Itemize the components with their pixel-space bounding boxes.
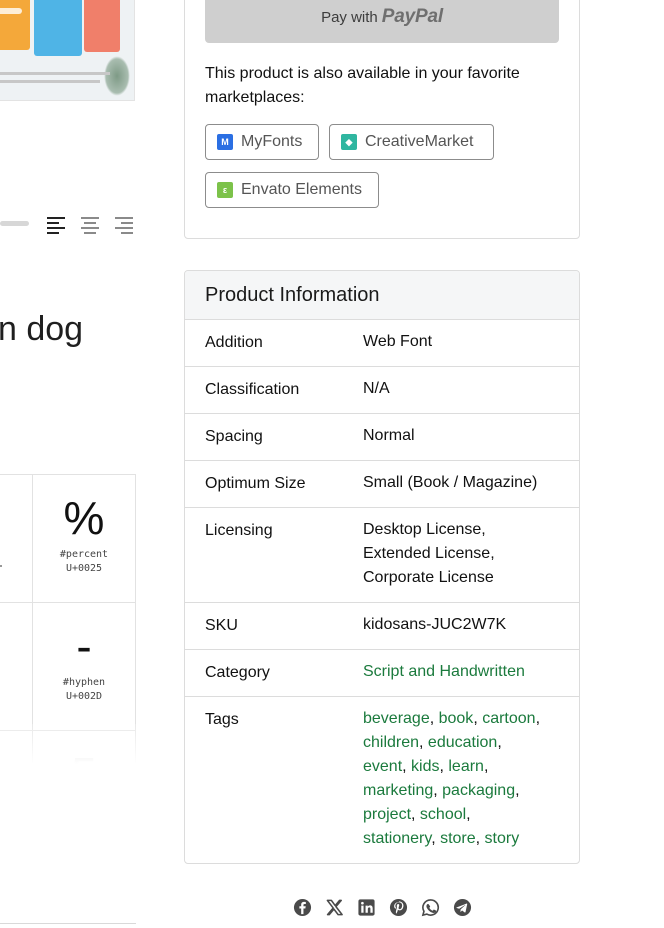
info-value: kidosans-JUC2W7K xyxy=(363,616,507,633)
divider xyxy=(0,923,136,924)
paypal-button[interactable]: Pay with PayPal xyxy=(205,0,559,43)
align-right-icon[interactable] xyxy=(114,214,134,234)
thumbnail-card xyxy=(84,0,120,52)
thumbnail-plant xyxy=(104,56,130,96)
tag-link[interactable]: book xyxy=(439,710,474,727)
info-value: Small (Book / Magazine) xyxy=(363,474,538,491)
info-key: SKU xyxy=(205,617,238,634)
tag-link[interactable]: school xyxy=(420,806,466,823)
tag-link[interactable]: stationery xyxy=(363,830,431,847)
license-item: Corporate License xyxy=(363,569,494,586)
glyph-character: % xyxy=(63,492,105,544)
marketplace-label: MyFonts xyxy=(241,133,303,150)
creativemarket-button[interactable]: ◆ CreativeMarket xyxy=(329,124,494,160)
tag-link[interactable]: learn xyxy=(448,758,484,775)
glyph-grid-fade xyxy=(0,724,136,774)
tag-link[interactable]: children xyxy=(363,734,419,751)
info-key: Category xyxy=(205,664,270,681)
align-center-icon[interactable] xyxy=(80,214,100,234)
info-value: Desktop License, Extended License, Corpo… xyxy=(363,518,559,590)
license-item: Desktop License, xyxy=(363,521,486,538)
info-row-classification: Classification N/A xyxy=(185,367,579,414)
tag-link[interactable]: marketing xyxy=(363,782,433,799)
tag-link[interactable]: beverage xyxy=(363,710,430,727)
info-row-tags: Tags beverage, book, cartoon, children, … xyxy=(185,697,579,863)
whatsapp-icon[interactable] xyxy=(421,898,440,917)
info-value: N/A xyxy=(363,380,390,397)
info-key: Tags xyxy=(205,711,239,728)
tag-link[interactable]: project xyxy=(363,806,411,823)
tag-list: beverage, book, cartoon, children, educa… xyxy=(363,710,541,847)
marketplace-label: CreativeMarket xyxy=(365,133,474,150)
tag-link[interactable]: kids xyxy=(411,758,439,775)
info-row-sku: SKU kidosans-JUC2W7K xyxy=(185,603,579,650)
envato-icon: ε xyxy=(217,182,233,198)
tag-link[interactable]: story xyxy=(485,830,520,847)
info-key: Optimum Size xyxy=(205,475,306,492)
glyph-character: - xyxy=(76,620,92,672)
info-row-spacing: Spacing Normal xyxy=(185,414,579,461)
cropped-glyph-label xyxy=(0,565,2,567)
info-row-licensing: Licensing Desktop License, Extended Lice… xyxy=(185,508,579,603)
glyph-cell-hyphen[interactable]: - #hyphen U+002D xyxy=(33,603,135,731)
info-key: Addition xyxy=(205,334,263,351)
font-size-slider[interactable] xyxy=(0,221,29,226)
font-preview-text[interactable]: n dog xyxy=(0,310,83,349)
info-row-category: Category Script and Handwritten xyxy=(185,650,579,697)
paypal-logo: PayPal xyxy=(381,6,443,27)
myfonts-icon: M xyxy=(217,134,233,150)
info-row-addition: Addition Web Font xyxy=(185,320,579,367)
license-item: Extended License, xyxy=(363,545,495,562)
align-left-icon[interactable] xyxy=(46,214,66,234)
pinterest-icon[interactable] xyxy=(389,898,408,917)
facebook-icon[interactable] xyxy=(293,898,312,917)
myfonts-button[interactable]: M MyFonts xyxy=(205,124,319,160)
paypal-button-prefix: Pay with xyxy=(321,8,378,26)
glyph-name: #hyphen xyxy=(62,677,106,688)
tag-link[interactable]: store xyxy=(440,830,476,847)
info-key: Spacing xyxy=(205,428,263,445)
glyph-unicode: U+002D xyxy=(65,691,103,702)
thumbnail-card xyxy=(34,0,82,56)
tag-link[interactable]: packaging xyxy=(442,782,515,799)
info-value: Normal xyxy=(363,427,415,444)
marketplace-label: Envato Elements xyxy=(241,181,362,198)
glyph-cell-percent[interactable]: % #percent U+0025 xyxy=(33,475,135,603)
tag-link[interactable]: education xyxy=(428,734,497,751)
thumbnail-caption-line xyxy=(0,72,110,75)
product-information-panel: Product Information Addition Web Font Cl… xyxy=(184,270,580,864)
envato-elements-button[interactable]: ε Envato Elements xyxy=(205,172,379,208)
telegram-icon[interactable] xyxy=(453,898,472,917)
category-link[interactable]: Script and Handwritten xyxy=(363,663,525,680)
info-key: Licensing xyxy=(205,522,273,539)
creativemarket-icon: ◆ xyxy=(341,134,357,150)
purchase-panel: Pay with PayPal This product is also ava… xyxy=(184,0,580,239)
info-value: Web Font xyxy=(363,333,433,350)
tag-link[interactable]: event xyxy=(363,758,402,775)
panel-title: Product Information xyxy=(185,271,579,320)
x-icon[interactable] xyxy=(325,898,344,917)
tag-link[interactable]: cartoon xyxy=(482,710,535,727)
glyph-name: #percent xyxy=(59,549,109,560)
glyph-grid: % #percent U+0025 - #hyphen U+002D 5 xyxy=(0,474,136,774)
marketplaces-note: This product is also available in your f… xyxy=(205,65,520,106)
thumbnail-card-detail xyxy=(0,8,22,14)
linkedin-icon[interactable] xyxy=(357,898,376,917)
product-thumbnail-image[interactable] xyxy=(0,0,135,101)
info-key: Classification xyxy=(205,381,300,398)
info-row-optimum-size: Optimum Size Small (Book / Magazine) xyxy=(185,461,579,508)
thumbnail-caption-line xyxy=(0,80,100,83)
glyph-unicode: U+0025 xyxy=(65,563,103,574)
